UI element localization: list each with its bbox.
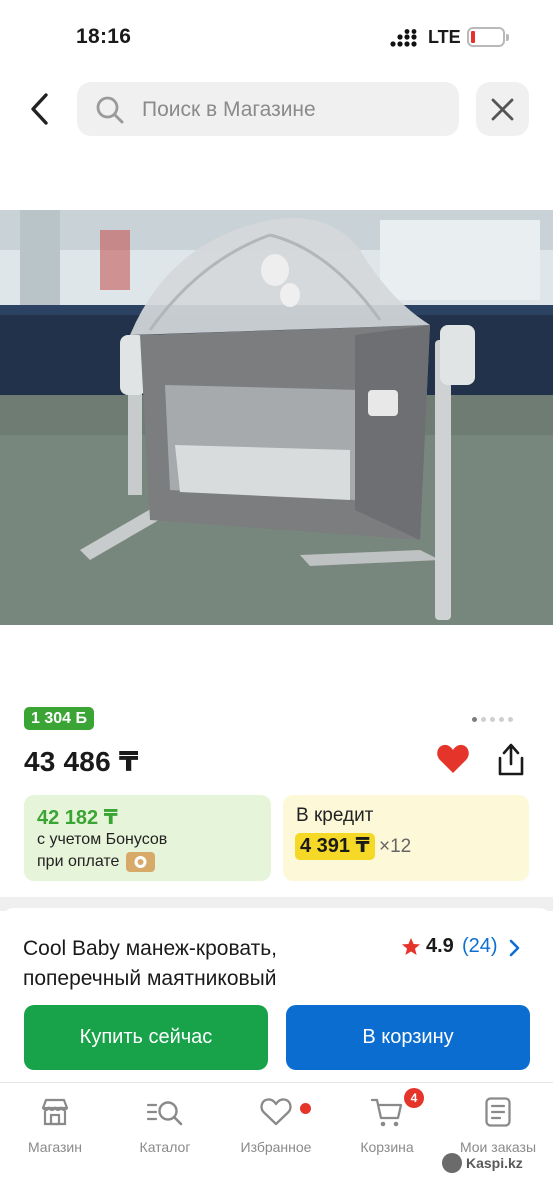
kaspi-logo-icon <box>442 1153 462 1173</box>
watermark-text: Kaspi.kz <box>466 1155 523 1171</box>
tab-label: Корзина <box>360 1139 414 1155</box>
star-icon <box>402 938 420 955</box>
shop-icon <box>41 1098 69 1126</box>
tab-orders[interactable]: Мои заказы <box>443 1095 553 1155</box>
bonus-price-note: с учетом Бонусов <box>37 831 168 848</box>
review-count[interactable]: (24) <box>462 935 498 958</box>
product-photo[interactable] <box>0 210 553 625</box>
tab-label: Избранное <box>240 1139 312 1155</box>
status-bar: 18:16 LTE <box>0 0 553 75</box>
kaspi-pay-icon <box>126 852 155 872</box>
orders-icon <box>485 1097 511 1127</box>
pager-dot <box>481 717 486 722</box>
credit-label: В кредит <box>296 805 374 826</box>
gallery-pager <box>472 709 517 727</box>
bonus-payment-note: при оплате <box>37 853 120 870</box>
clear-search-button[interactable] <box>476 82 529 136</box>
pager-dot <box>499 717 504 722</box>
bonus-price: 42 182 ₸ <box>37 807 118 829</box>
chevron-right-icon[interactable] <box>508 939 520 957</box>
cart-count-badge: 4 <box>404 1088 424 1108</box>
pager-dot <box>508 717 513 722</box>
pager-dot <box>490 717 495 722</box>
bonus-badge: 1 304 Б <box>24 707 94 730</box>
tab-shop[interactable]: Магазин <box>0 1095 110 1155</box>
baby-crib-photo <box>0 210 553 625</box>
credit-monthly: 4 391 ₸ <box>295 833 375 860</box>
credit-months: ×12 <box>379 836 412 857</box>
tab-label: Каталог <box>139 1139 191 1155</box>
credit-card[interactable]: В кредит 4 391 ₸ ×12 <box>283 795 529 881</box>
bonus-price-card[interactable]: 42 182 ₸ с учетом Бонусов при оплате <box>24 795 271 881</box>
bottom-tab-bar: Магазин Каталог Избранное Корзина 4 Мои … <box>0 1082 553 1200</box>
chevron-left-icon[interactable] <box>26 90 56 128</box>
tab-label: Магазин <box>27 1139 82 1155</box>
add-to-cart-button[interactable]: В корзину <box>286 1005 530 1070</box>
status-time: 18:16 <box>76 25 132 48</box>
kaspi-watermark: Kaspi.kz <box>442 1153 523 1173</box>
close-icon <box>491 98 514 121</box>
heart-icon <box>260 1098 292 1126</box>
tab-cart[interactable]: Корзина 4 <box>332 1088 442 1155</box>
pager-dot <box>472 717 477 722</box>
tab-catalog[interactable]: Каталог <box>110 1095 220 1155</box>
network-type: LTE <box>428 27 461 47</box>
signal-bars-icon <box>390 29 417 47</box>
cart-icon <box>370 1098 403 1127</box>
tab-favorites[interactable]: Избранное <box>221 1095 331 1155</box>
search-icon <box>96 96 124 124</box>
catalog-search-icon <box>146 1101 183 1126</box>
share-icon[interactable] <box>494 742 528 778</box>
product-title: Cool Baby манеж-кровать, поперечный маят… <box>23 937 277 990</box>
product-rating: 4.9 <box>426 935 454 957</box>
battery-low-icon <box>467 27 509 47</box>
search-input[interactable]: Поиск в Магазине <box>77 82 459 136</box>
favorites-indicator <box>300 1103 311 1114</box>
search-placeholder: Поиск в Магазине <box>142 98 316 121</box>
product-price: 43 486 ₸ <box>24 746 139 777</box>
buy-now-button[interactable]: Купить сейчас <box>24 1005 268 1070</box>
heart-icon[interactable] <box>436 743 470 775</box>
search-row: Поиск в Магазине <box>0 80 553 138</box>
